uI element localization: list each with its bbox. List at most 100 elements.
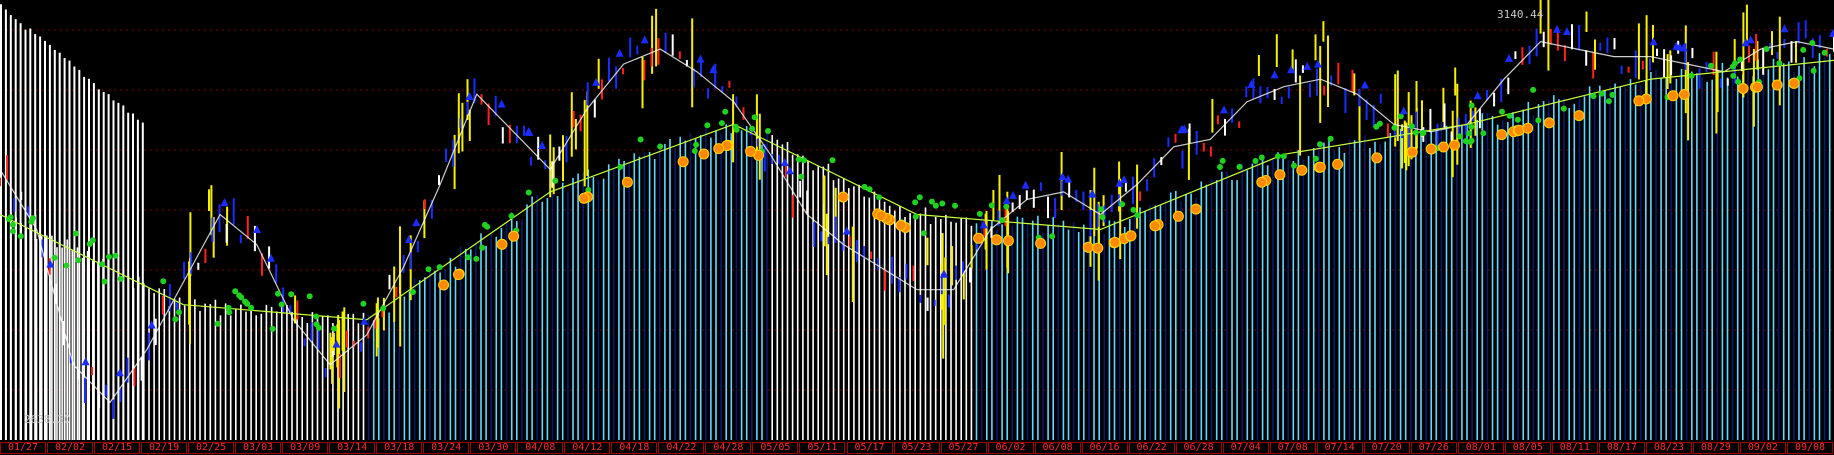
volume-bar [1338, 147, 1341, 440]
volume-bar [878, 195, 881, 440]
volume-bar [848, 187, 850, 440]
volume-bar [1307, 155, 1310, 440]
signal-bar-yellow [343, 307, 346, 392]
volume-bar [1328, 140, 1330, 440]
volume-bar [1553, 95, 1555, 440]
volume-bar [623, 161, 625, 440]
volume-bar [132, 113, 134, 440]
volume-bar [960, 218, 962, 440]
marker-green [473, 255, 480, 262]
signal-bar-yellow [1716, 70, 1719, 113]
volume-bar [1670, 68, 1673, 440]
signal-bar-yellow [1299, 75, 1302, 156]
volume-bar [679, 136, 681, 441]
volume-bar [1420, 129, 1422, 440]
signal-bar-yellow [1547, 0, 1550, 71]
x-tick-label: 08/11 [1551, 442, 1598, 454]
signal-bar-yellow [1401, 124, 1404, 169]
marker-green [288, 291, 295, 298]
marker-orange [1667, 90, 1679, 102]
volume-bar [214, 299, 217, 440]
signal-bar-yellow [294, 295, 297, 324]
signal-bar-yellow [399, 226, 401, 294]
volume-bar [832, 180, 835, 440]
volume-bar [638, 156, 641, 440]
volume-bar [1599, 85, 1601, 440]
volume-bar [526, 204, 528, 440]
marker-green [749, 125, 756, 132]
volume-bar [842, 178, 845, 440]
signal-bar-yellow [562, 135, 564, 182]
volume-bar [470, 249, 472, 440]
x-tick-label: 03/03 [235, 442, 282, 454]
volume-bar [1175, 191, 1177, 440]
volume-bar [53, 50, 56, 440]
marker-green [1466, 130, 1473, 137]
volume-bar [505, 222, 508, 440]
marker-orange [1543, 117, 1555, 129]
marker-blue-triangle [1220, 105, 1228, 114]
volume-bar [1522, 109, 1524, 440]
volume-bar [653, 158, 656, 440]
volume-bar [659, 145, 661, 440]
volume-bar [873, 191, 876, 440]
volume-bar [1302, 159, 1305, 441]
volume-bar [76, 247, 79, 440]
volume-bar [674, 148, 676, 440]
volume-bar [1384, 141, 1386, 440]
volume-bar [516, 221, 518, 440]
marker-orange [745, 145, 757, 157]
volume-bar [122, 105, 125, 440]
volume-bar [1021, 217, 1024, 440]
volume-bar [592, 177, 595, 440]
marker-green [9, 228, 16, 235]
volume-bar [858, 184, 860, 440]
volume-bar [1440, 121, 1443, 441]
marker-green [278, 301, 285, 308]
marker-orange [438, 279, 450, 291]
signal-bar-yellow [1093, 167, 1096, 237]
volume-bar [490, 232, 492, 440]
volume-bar [1215, 180, 1218, 440]
signal-bar-yellow [823, 175, 826, 247]
volume-bar [209, 304, 212, 440]
marker-orange [1522, 122, 1534, 134]
volume-bar [735, 129, 738, 440]
x-tick-label: 02/25 [188, 442, 235, 454]
marker-green [63, 262, 70, 269]
volume-bar [362, 312, 365, 440]
x-tick-label: 06/28 [1175, 442, 1222, 454]
volume-bar [1425, 128, 1427, 440]
marker-green [331, 325, 338, 332]
marker-green [751, 114, 758, 121]
volume-bar [883, 201, 886, 440]
volume-bar [229, 315, 232, 440]
volume-bar [1364, 135, 1366, 440]
marker-green [657, 143, 664, 150]
volume-bar [68, 60, 71, 440]
x-tick-label: 04/12 [564, 442, 611, 454]
volume-bar [1394, 137, 1397, 440]
marker-green [637, 136, 644, 143]
volume-bar [1742, 74, 1744, 441]
volume-bar [178, 297, 181, 440]
x-tick-label: 03/24 [423, 442, 470, 454]
marker-green [1560, 105, 1567, 112]
x-tick-label: 06/16 [1081, 442, 1128, 454]
marker-orange [1296, 164, 1308, 176]
marker-blue-triangle [1303, 61, 1312, 70]
marker-green [1468, 102, 1475, 109]
volume-bar [1374, 141, 1376, 440]
x-tick-label: 06/08 [1034, 442, 1081, 454]
marker-green [1312, 155, 1319, 162]
marker-orange [578, 192, 590, 204]
volume-bar [1456, 130, 1458, 440]
marker-blue-triangle [1270, 70, 1279, 79]
volume-bar [127, 112, 130, 440]
marker-green [1506, 112, 1513, 119]
volume-bar [699, 135, 702, 440]
signal-bar-yellow [1645, 15, 1648, 96]
volume-bar [235, 308, 237, 440]
volume-bar [786, 141, 789, 440]
volume-bar [19, 23, 22, 440]
